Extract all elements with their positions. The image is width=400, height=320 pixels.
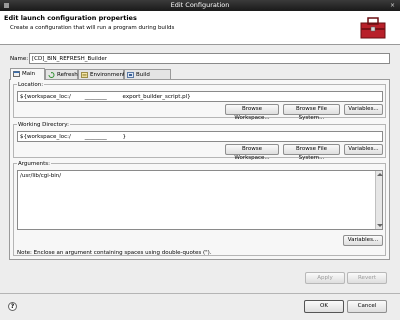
tab-refresh-label: Refresh bbox=[57, 72, 78, 78]
arguments-textarea[interactable]: /usr/lib/cgi-bin/ bbox=[17, 170, 383, 230]
arguments-scrollbar[interactable] bbox=[375, 171, 383, 229]
location-browse-workspace-button[interactable]: Browse Workspace... bbox=[225, 104, 279, 121]
working-directory-input[interactable] bbox=[17, 131, 383, 142]
revert-button[interactable]: Revert bbox=[347, 272, 387, 284]
scroll-down-icon[interactable] bbox=[376, 224, 383, 227]
working-directory-variables-button[interactable]: Variables... bbox=[344, 144, 383, 155]
arguments-label: Arguments: bbox=[17, 161, 52, 167]
arguments-text: /usr/lib/cgi-bin/ bbox=[20, 173, 62, 179]
close-icon[interactable]: × bbox=[389, 2, 396, 9]
refresh-icon bbox=[48, 72, 55, 78]
working-directory-browse-file-system-button[interactable]: Browse File System... bbox=[283, 144, 340, 161]
name-label: Name: bbox=[10, 56, 29, 62]
main-icon bbox=[13, 71, 20, 77]
window-menu-icon[interactable] bbox=[3, 2, 10, 9]
tab-environment-label: Environment bbox=[90, 72, 126, 78]
working-directory-browse-workspace-button[interactable]: Browse Workspace... bbox=[225, 144, 279, 161]
arguments-variables-button[interactable]: Variables... bbox=[343, 235, 383, 246]
tab-main[interactable]: Main bbox=[10, 68, 45, 80]
arguments-note: Note: Enclose an argument containing spa… bbox=[17, 250, 212, 256]
environment-icon bbox=[81, 72, 88, 78]
location-browse-file-system-button[interactable]: Browse File System... bbox=[283, 104, 340, 121]
footer-separator bbox=[0, 293, 400, 294]
name-input[interactable] bbox=[29, 53, 390, 64]
cancel-button[interactable]: Cancel bbox=[347, 300, 387, 313]
ok-button[interactable]: OK bbox=[304, 300, 344, 313]
help-icon[interactable]: ? bbox=[8, 302, 17, 311]
tab-main-label: Main bbox=[22, 71, 36, 77]
window-title: Edit Configuration bbox=[170, 1, 230, 9]
header-title: Edit launch configuration properties bbox=[4, 14, 137, 22]
location-label: Location: bbox=[17, 82, 45, 88]
apply-button[interactable]: Apply bbox=[305, 272, 345, 284]
working-directory-label: Working Directory: bbox=[17, 122, 70, 128]
header-description: Create a configuration that will run a p… bbox=[10, 25, 175, 31]
toolbox-icon bbox=[359, 15, 387, 41]
window-titlebar: Edit Configuration bbox=[0, 0, 400, 11]
scroll-up-icon[interactable] bbox=[376, 173, 383, 176]
build-options-icon bbox=[127, 72, 134, 78]
location-variables-button[interactable]: Variables... bbox=[344, 104, 383, 115]
location-input[interactable] bbox=[17, 91, 383, 102]
